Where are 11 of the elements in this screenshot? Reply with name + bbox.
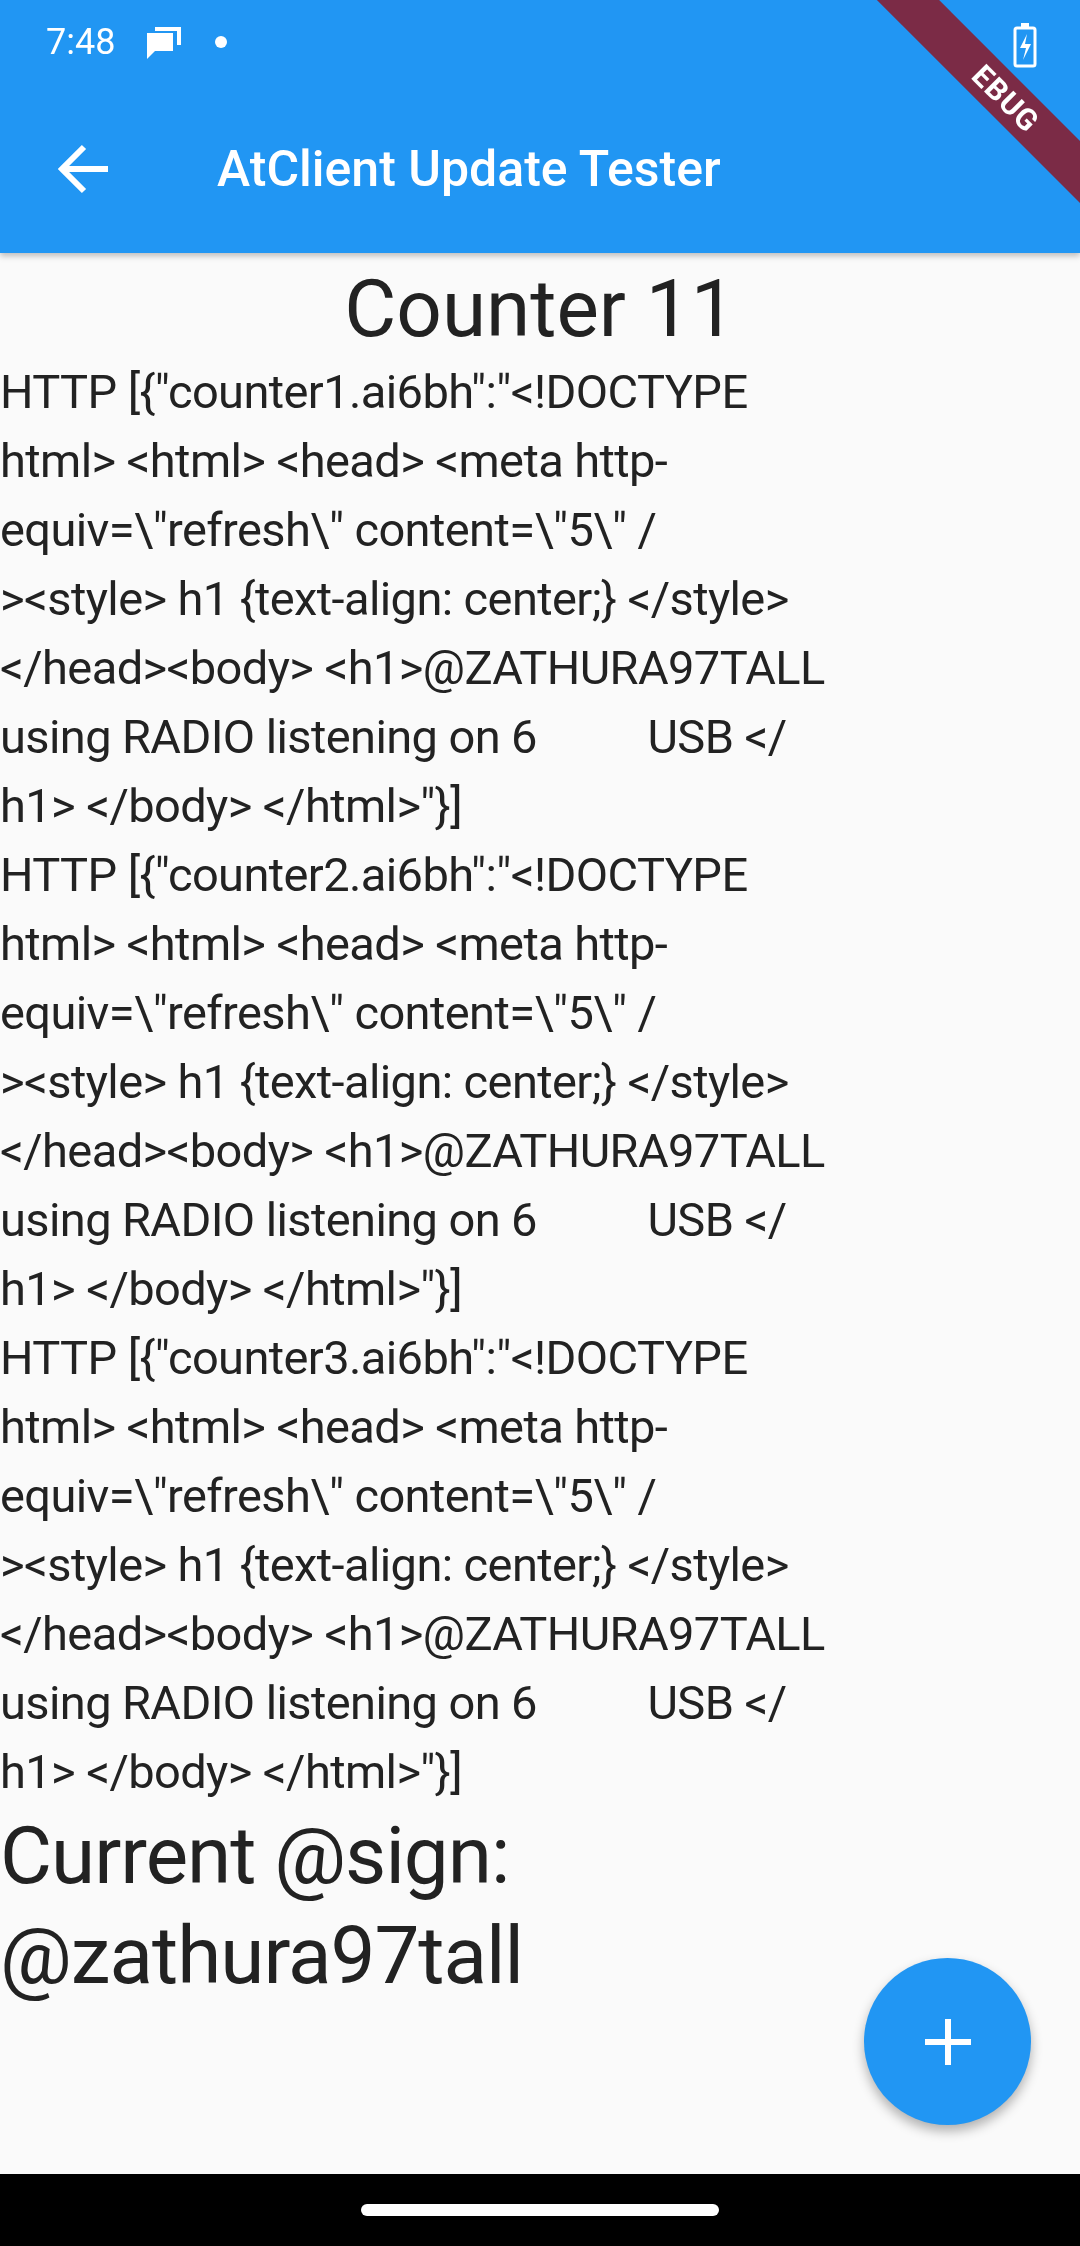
back-arrow-icon bbox=[58, 143, 110, 194]
http-response-text: HTTP [{"counter3.ai6bh":"<!DOCTYPE html> <html> <head> <meta http- equiv=\"refresh\" content=\"5\" / ><style> h1 {text-align: center;} </style> </head><body> <h1>@ZATHURA97TALL using RADIO listening on 6 USB </ h1> </body> </html>"}] bbox=[0, 1329, 826, 1801]
current-sign-text: Current @sign: @zathura97tall bbox=[0, 1808, 524, 2005]
dot-icon bbox=[215, 36, 228, 48]
http-response-text: HTTP [{"counter1.ai6bh":"<!DOCTYPE html> <html> <head> <meta http- equiv=\"refresh\" content=\"5\" / ><style> h1 {text-align: center;} </style> </head><body> <h1>@ZATHURA97TALL using RADIO listening on 6 USB </ h1> </body> </html>"}] bbox=[0, 363, 826, 835]
http-response-text: HTTP [{"counter2.ai6bh":"<!DOCTYPE html> <html> <head> <meta http- equiv=\"refresh\" content=\"5\" / ><style> h1 {text-align: center;} </style> </head><body> <h1>@ZATHURA97TALL using RADIO listening on 6 USB </ h1> </body> </html>"}] bbox=[0, 846, 826, 1318]
plus-icon bbox=[922, 2016, 973, 2067]
add-button[interactable] bbox=[864, 1958, 1031, 2125]
app-bar-title: AtClient Update Tester bbox=[217, 139, 721, 198]
status-time: 7:48 bbox=[46, 21, 116, 63]
counter-heading: Counter 11 bbox=[343, 261, 737, 357]
